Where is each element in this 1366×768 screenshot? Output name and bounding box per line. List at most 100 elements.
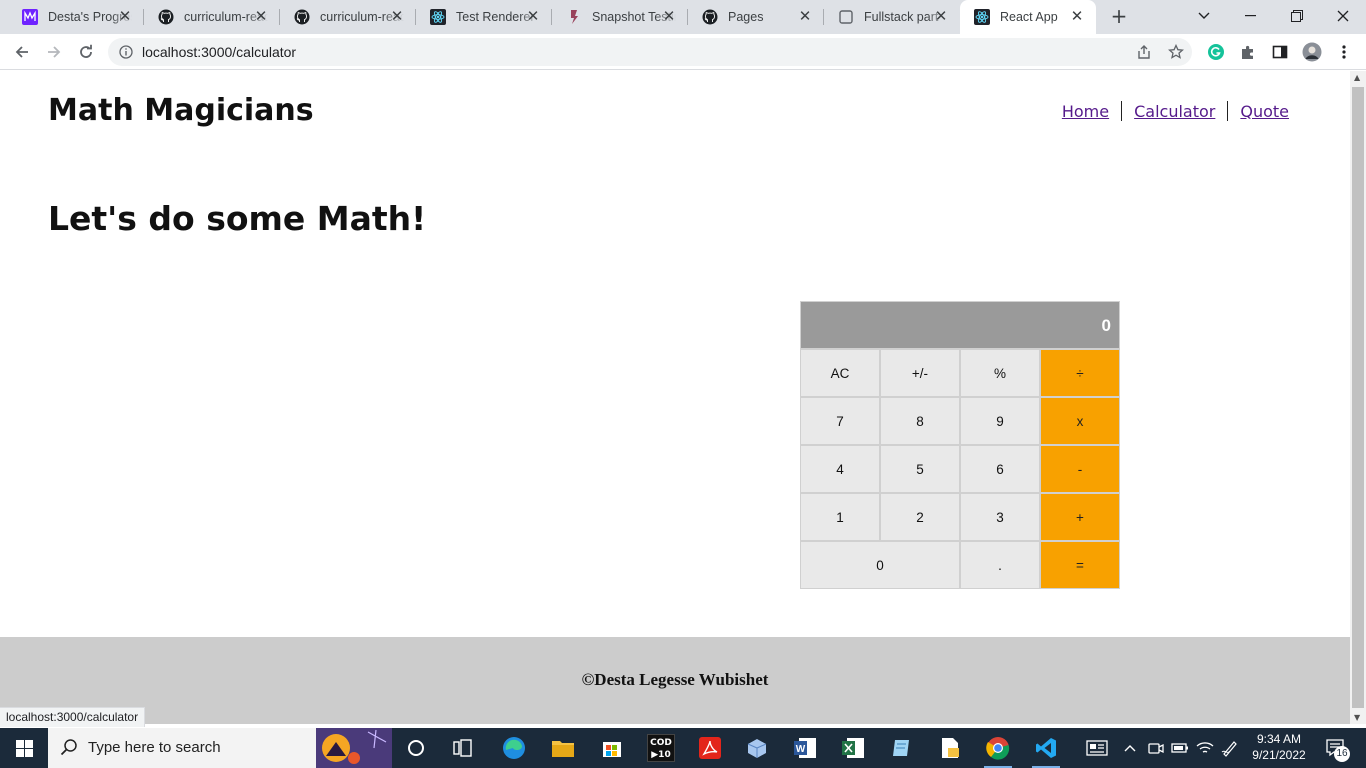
browser-tab[interactable]: curriculum-react ✕ [280, 0, 416, 34]
notes-app-icon[interactable] [885, 732, 917, 764]
tab-close-icon[interactable]: ✕ [116, 8, 134, 26]
tab-close-icon[interactable]: ✕ [1068, 8, 1086, 26]
bookmark-star-icon[interactable] [1167, 43, 1185, 61]
calculator-key[interactable]: 4 [800, 445, 880, 493]
file-explorer-icon[interactable] [547, 732, 579, 764]
notification-center-icon[interactable]: 16 [1320, 732, 1352, 764]
grammarly-extension-icon[interactable] [1206, 42, 1226, 62]
meet-now-icon[interactable] [1144, 732, 1168, 764]
chrome-icon[interactable] [982, 732, 1014, 768]
calculator-key[interactable]: 8 [880, 397, 960, 445]
microsoft-store-icon[interactable] [596, 732, 628, 764]
jest-icon [566, 9, 582, 25]
acrobat-reader-icon[interactable] [694, 732, 726, 764]
browser-tab[interactable]: Desta's Progress✕ [8, 0, 144, 34]
page-scrollbar[interactable]: ▲ ▼ [1350, 71, 1366, 724]
extensions-puzzle-icon[interactable] [1238, 42, 1258, 62]
calculator-key[interactable]: 5 [880, 445, 960, 493]
cortana-icon[interactable] [400, 732, 432, 764]
close-window-button[interactable] [1320, 0, 1366, 32]
page-title: Let's do some Math! [48, 199, 427, 238]
clock-date: 9/21/2022 [1252, 748, 1306, 762]
news-widget-icon[interactable] [1081, 732, 1113, 764]
calculator-operator-key[interactable]: + [1040, 493, 1120, 541]
calculator-operator-key[interactable]: = [1040, 541, 1120, 589]
browser-tab[interactable]: React App ✕ [960, 0, 1096, 34]
url-text: localhost:3000/calculator [142, 44, 297, 60]
page-icon [838, 9, 854, 25]
site-info-icon[interactable] [117, 43, 135, 61]
calculator-key[interactable]: AC [800, 349, 880, 397]
tab-close-icon[interactable]: ✕ [660, 8, 678, 26]
scroll-up-arrow-icon[interactable]: ▲ [1354, 73, 1360, 82]
file-manager-icon[interactable] [934, 732, 966, 764]
calculator-key[interactable]: . [960, 541, 1040, 589]
share-icon[interactable] [1135, 43, 1153, 61]
new-tab-button[interactable]: + [1108, 6, 1130, 28]
restore-button[interactable] [1274, 0, 1320, 32]
tab-close-icon[interactable]: ✕ [524, 8, 542, 26]
footer-copyright: ©Desta Legesse Wubishet [581, 670, 769, 689]
search-icon [60, 738, 78, 760]
reload-button[interactable] [72, 38, 100, 66]
vscode-icon[interactable] [1030, 732, 1062, 768]
calculator-key[interactable]: 9 [960, 397, 1040, 445]
tab-close-icon[interactable]: ✕ [388, 8, 406, 26]
side-panel-icon[interactable] [1270, 42, 1290, 62]
calculator-key[interactable]: 0 [800, 541, 960, 589]
search-highlight-image-icon[interactable] [316, 728, 392, 768]
excel-icon[interactable] [837, 732, 869, 764]
calculator-key[interactable]: % [960, 349, 1040, 397]
scroll-down-arrow-icon[interactable]: ▼ [1354, 713, 1360, 722]
calculator-key[interactable]: 1 [800, 493, 880, 541]
word-icon[interactable]: W [789, 732, 821, 764]
browser-tab[interactable]: Pages ✕ [688, 0, 824, 34]
minimize-button[interactable] [1228, 0, 1274, 32]
start-button[interactable] [0, 728, 48, 768]
github-icon [158, 9, 174, 25]
profile-avatar[interactable] [1302, 42, 1322, 62]
calculator-operator-key[interactable]: - [1040, 445, 1120, 493]
tab-close-icon[interactable]: ✕ [932, 8, 950, 26]
call-of-duty-icon[interactable]: COD ▶10 [645, 732, 677, 764]
calculator-key[interactable]: 2 [880, 493, 960, 541]
calculator-key[interactable]: 7 [800, 397, 880, 445]
tab-close-icon[interactable]: ✕ [796, 8, 814, 26]
react-icon [974, 9, 990, 25]
browser-tab[interactable]: Snapshot Testing✕ [552, 0, 688, 34]
tab-search-button[interactable] [1181, 0, 1227, 32]
taskbar-search-box[interactable]: Type here to search [48, 728, 392, 768]
battery-icon[interactable] [1168, 732, 1192, 764]
back-button[interactable] [8, 38, 36, 66]
tab-close-icon[interactable]: ✕ [252, 8, 270, 26]
nav-link-calculator[interactable]: Calculator [1122, 102, 1227, 121]
3d-viewer-icon[interactable] [741, 732, 773, 764]
nav-link-home[interactable]: Home [1050, 102, 1121, 121]
clock[interactable]: 9:34 AM 9/21/2022 [1246, 731, 1312, 763]
nav-link-quote[interactable]: Quote [1228, 102, 1289, 121]
show-hidden-icons-chevron-icon[interactable] [1118, 732, 1142, 764]
task-view-icon[interactable] [447, 732, 479, 764]
clock-time: 9:34 AM [1256, 732, 1302, 746]
edge-browser-icon[interactable] [498, 732, 530, 764]
browser-tab[interactable]: Fullstack part ✕ [824, 0, 960, 34]
wifi-icon[interactable] [1193, 732, 1217, 764]
calculator-operator-key[interactable]: x [1040, 397, 1120, 445]
github-icon [294, 9, 310, 25]
browser-menu-icon[interactable] [1334, 42, 1354, 62]
calculator-operator-key[interactable]: ÷ [1040, 349, 1120, 397]
address-bar[interactable]: localhost:3000/calculator [108, 38, 1192, 66]
forward-button[interactable] [40, 38, 68, 66]
browser-tab-strip: Desta's Progress✕curriculum-react✕curric… [0, 0, 1366, 34]
calculator-key[interactable]: 6 [960, 445, 1040, 493]
cod-label: COD [650, 738, 672, 748]
calculator-key[interactable]: 3 [960, 493, 1040, 541]
pen-workspace-icon[interactable] [1218, 732, 1242, 764]
browser-tab[interactable]: curriculum-react ✕ [144, 0, 280, 34]
link-status-bubble: localhost:3000/calculator [0, 707, 146, 727]
calculator-key[interactable]: +/- [880, 349, 960, 397]
browser-toolbar: localhost:3000/calculator [0, 34, 1366, 70]
scrollbar-thumb[interactable] [1352, 87, 1364, 708]
calculator: 0 AC +/-% ÷ 7 8 9 x 4 5 6- 1 2 3 +0. = [800, 301, 1120, 589]
browser-tab[interactable]: Test Renderer ✕ [416, 0, 552, 34]
